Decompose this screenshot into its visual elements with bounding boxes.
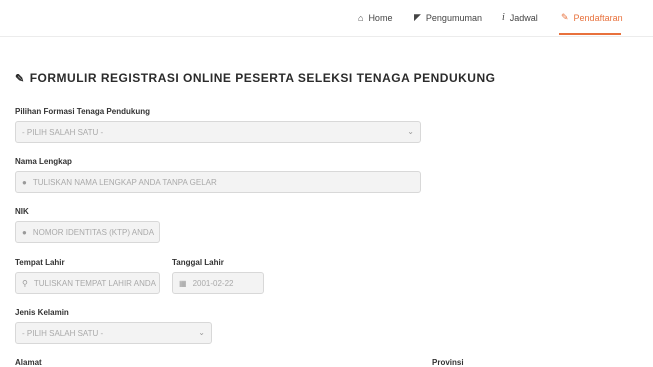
formasi-select[interactable]: - PILIH SALAH SATU - ⌄	[15, 121, 421, 143]
chevron-down-icon: ⌄	[407, 127, 414, 136]
nav-home-label: Home	[368, 12, 393, 23]
form-title-text: FORMULIR REGISTRASI ONLINE PESERTA SELEK…	[29, 71, 496, 85]
chevron-down-icon: ⌄	[198, 328, 205, 337]
nav-pengumuman-label: Pengumuman	[425, 12, 482, 23]
nik-label: NIK	[15, 207, 29, 216]
tempat-lahir-label: Tempat Lahir	[15, 258, 65, 267]
nav-pengumuman[interactable]: ◤ Pengumuman	[414, 0, 482, 35]
pencil-icon: ✎	[15, 72, 25, 85]
jenis-kelamin-label: Jenis Kelamin	[15, 308, 69, 317]
pencil-icon: ✎	[561, 12, 569, 22]
info-icon: i	[502, 12, 505, 23]
tanggal-lahir-input[interactable]: ▦ 2001-02-22	[172, 272, 264, 294]
nav-pendaftaran-label: Pendaftaran	[573, 12, 623, 23]
nav-home[interactable]: ⌂ Home	[358, 0, 392, 35]
nav-jadwal[interactable]: i Jadwal	[502, 0, 538, 35]
nama-input[interactable]: ● TULISKAN NAMA LENGKAP ANDA TANPA GELAR	[15, 171, 421, 193]
tempat-lahir-placeholder: TULISKAN TEMPAT LAHIR ANDA	[33, 278, 156, 288]
jenis-kelamin-select-value: - PILIH SALAH SATU -	[22, 328, 104, 338]
megaphone-icon: ◤	[414, 12, 421, 22]
nik-input[interactable]: ● NOMOR IDENTITAS (KTP) ANDA	[15, 221, 160, 243]
tanggal-lahir-placeholder: 2001-02-22	[192, 278, 234, 288]
nik-placeholder: NOMOR IDENTITAS (KTP) ANDA	[32, 227, 155, 237]
map-marker-icon: ⚲	[22, 278, 28, 288]
formasi-select-value: - PILIH SALAH SATU -	[22, 127, 104, 137]
user-icon: ●	[22, 227, 27, 237]
tanggal-lahir-label: Tanggal Lahir	[172, 258, 224, 267]
tempat-lahir-input[interactable]: ⚲ TULISKAN TEMPAT LAHIR ANDA	[15, 272, 160, 294]
formasi-label: Pilihan Formasi Tenaga Pendukung	[15, 107, 150, 116]
form-title: ✎ FORMULIR REGISTRASI ONLINE PESERTA SEL…	[15, 71, 495, 85]
user-icon: ●	[22, 177, 27, 187]
jenis-kelamin-select[interactable]: - PILIH SALAH SATU - ⌄	[15, 322, 212, 344]
calendar-icon: ▦	[179, 278, 187, 288]
nav-pendaftaran[interactable]: ✎ Pendaftaran	[561, 0, 623, 35]
top-navigation: ⌂ Home ◤ Pengumuman i Jadwal ✎ Pendaftar…	[0, 0, 653, 37]
active-tab-indicator	[559, 33, 621, 35]
nav-jadwal-label: Jadwal	[509, 12, 538, 23]
nama-label: Nama Lengkap	[15, 157, 72, 166]
home-icon: ⌂	[358, 12, 364, 23]
nama-placeholder: TULISKAN NAMA LENGKAP ANDA TANPA GELAR	[32, 177, 217, 187]
